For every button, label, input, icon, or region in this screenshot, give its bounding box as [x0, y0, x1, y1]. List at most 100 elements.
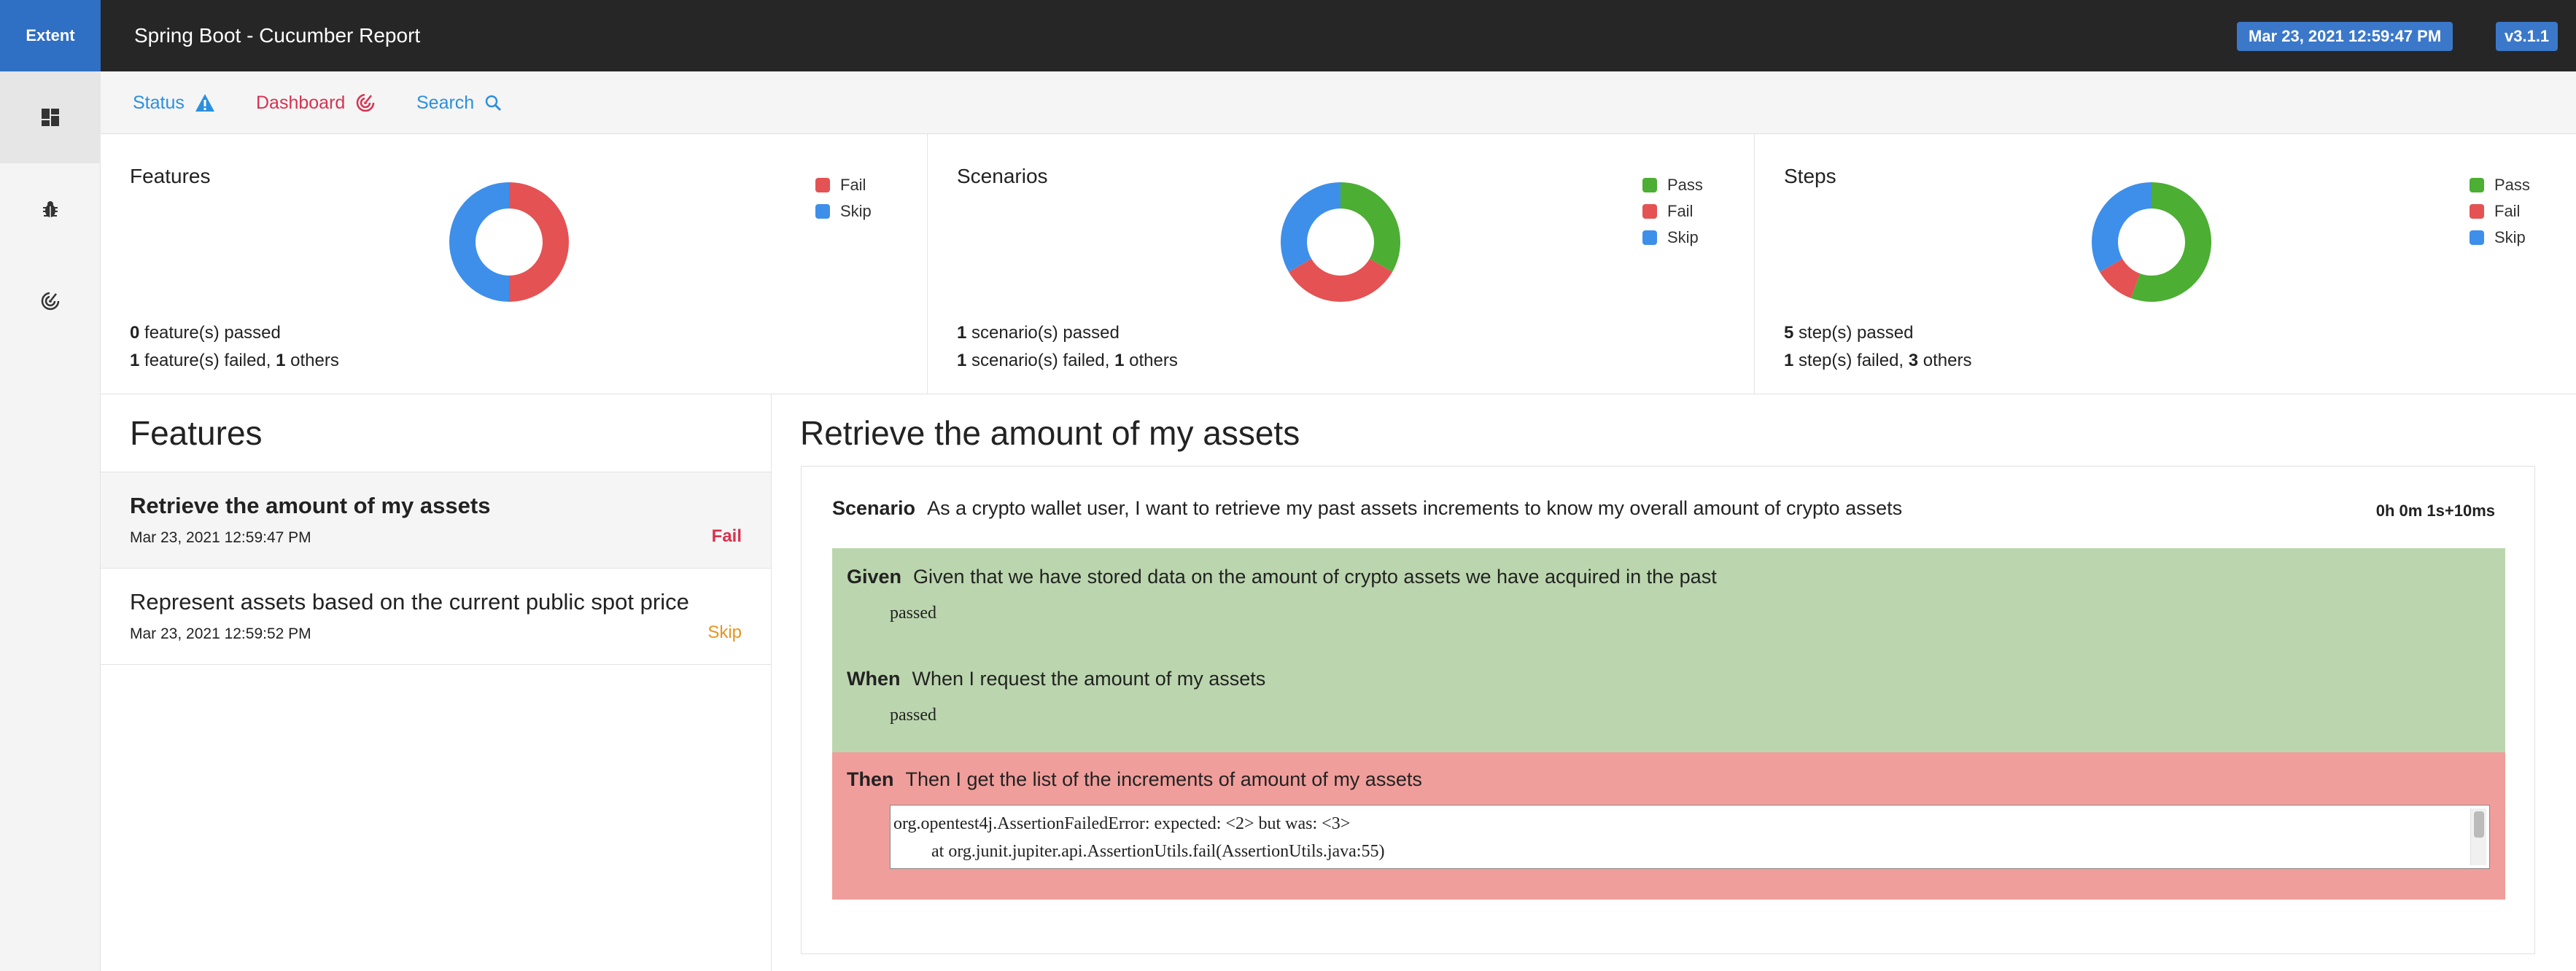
skip-swatch — [2470, 230, 2484, 245]
feature-status-badge: Fail — [711, 526, 742, 546]
donut-slice-fail[interactable] — [508, 182, 569, 302]
nav-search-link[interactable]: Search — [416, 71, 502, 134]
legend-item-pass[interactable]: Pass — [1642, 172, 1703, 198]
detail-title: Retrieve the amount of my assets — [800, 414, 1300, 452]
donut-slice-fail[interactable] — [1288, 258, 1393, 302]
fail-swatch — [2470, 204, 2484, 219]
step-given: Given Given that we have stored data on t… — [847, 566, 1717, 588]
legend-label: Pass — [2494, 176, 2530, 194]
features-legend: Fail Skip — [815, 172, 872, 225]
steps-summary: 5 step(s) passed 1 step(s) failed, 3 oth… — [1784, 319, 1972, 375]
fail-swatch — [1642, 204, 1657, 219]
legend-label: Fail — [1667, 202, 1694, 220]
sidebar — [0, 71, 101, 971]
legend-item-skip[interactable]: Skip — [815, 198, 872, 225]
failed-count: 1 — [130, 351, 140, 370]
step-when: When When I request the amount of my asse… — [847, 668, 1265, 690]
scenario-duration: 0h 0m 1s+10ms — [2375, 502, 2495, 520]
feature-date: Mar 23, 2021 12:59:47 PM — [130, 529, 311, 546]
passed-count: 0 — [130, 323, 140, 343]
nav-bar: Status Dashboard Search — [101, 71, 2576, 134]
search-icon — [485, 95, 502, 112]
passed-text: scenario(s) passed — [966, 323, 1120, 343]
legend-label: Skip — [840, 202, 872, 220]
step-text: Given that we have stored data on the am… — [913, 566, 1717, 588]
feature-item[interactable]: Retrieve the amount of my assets Mar 23,… — [101, 472, 771, 569]
others-text: others — [1918, 351, 1972, 370]
features-donut-chart — [449, 182, 569, 302]
sidebar-item-dashboard-target[interactable] — [0, 255, 101, 347]
textarea-scrollbar[interactable] — [2470, 808, 2486, 865]
scenario-card: Scenario As a crypto wallet user, I want … — [801, 466, 2535, 954]
feature-status-badge: Skip — [707, 623, 742, 642]
steps-legend: Pass Fail Skip — [2470, 172, 2530, 251]
sidebar-item-bugs[interactable] — [0, 163, 101, 255]
feature-list: Retrieve the amount of my assets Mar 23,… — [101, 472, 771, 665]
legend-item-skip[interactable]: Skip — [2470, 225, 2530, 251]
passed-text: step(s) passed — [1793, 323, 1914, 343]
legend-item-fail[interactable]: Fail — [2470, 198, 2530, 225]
failed-count: 1 — [957, 351, 967, 370]
brand-logo[interactable]: Extent — [0, 0, 101, 71]
scrollbar-thumb[interactable] — [2474, 811, 2484, 838]
legend-label: Skip — [1667, 228, 1699, 246]
error-stacktrace-textarea[interactable]: org.opentest4j.AssertionFailedError: exp… — [890, 805, 2490, 869]
donut-slice-fail[interactable] — [2099, 258, 2141, 299]
passed-steps-block: Given Given that we have stored data on t… — [832, 548, 2505, 752]
step-then: Then Then I get the list of the increment… — [847, 768, 1422, 791]
features-list-panel: Features Retrieve the amount of my asset… — [101, 394, 772, 971]
features-heading: Features — [130, 414, 263, 452]
step-keyword: When — [847, 668, 901, 690]
step-text: When I request the amount of my assets — [912, 668, 1266, 690]
donut-slice-skip[interactable] — [2092, 182, 2152, 272]
step-result: passed — [890, 706, 936, 725]
legend-label: Fail — [840, 176, 866, 194]
legend-item-fail[interactable]: Fail — [1642, 198, 1703, 225]
features-chart-panel: Features Fail Skip 0 feature(s) passed 1… — [101, 134, 928, 394]
feature-name: Represent assets based on the current pu… — [130, 589, 689, 615]
error-line: at org.junit.jupiter.api.AssertionUtils.… — [931, 842, 1385, 861]
feature-item[interactable]: Represent assets based on the current pu… — [101, 569, 771, 665]
nav-status-label: Status — [133, 92, 185, 113]
target-icon — [357, 93, 376, 112]
feature-detail-panel: Retrieve the amount of my assets Scenari… — [772, 394, 2576, 971]
donut-slice-pass[interactable] — [1340, 182, 1400, 272]
failed-count: 1 — [1784, 351, 1794, 370]
failed-text: feature(s) failed, — [139, 351, 276, 370]
legend-item-fail[interactable]: Fail — [815, 172, 872, 198]
donut-slice-skip[interactable] — [1281, 182, 1341, 272]
step-keyword: Then — [847, 768, 894, 790]
scenario-text: As a crypto wallet user, I want to retri… — [927, 497, 1903, 519]
nav-dashboard-link[interactable]: Dashboard — [256, 71, 376, 134]
scenario-header: Scenario As a crypto wallet user, I want … — [832, 497, 1902, 520]
nav-status-link[interactable]: Status — [133, 71, 215, 134]
feature-date: Mar 23, 2021 12:59:52 PM — [130, 625, 311, 642]
legend-label: Pass — [1667, 176, 1703, 194]
target-icon — [41, 291, 60, 311]
others-count: 1 — [276, 351, 286, 370]
panel-title: Steps — [1784, 165, 1836, 187]
legend-item-skip[interactable]: Skip — [1642, 225, 1703, 251]
warning-icon — [195, 94, 214, 112]
scenarios-summary: 1 scenario(s) passed 1 scenario(s) faile… — [957, 319, 1178, 375]
donut-slice-skip[interactable] — [449, 182, 510, 302]
report-date-badge: Mar 23, 2021 12:59:47 PM — [2237, 22, 2453, 51]
feature-name: Retrieve the amount of my assets — [130, 493, 491, 518]
others-text: others — [1124, 351, 1178, 370]
others-count: 3 — [1908, 351, 1919, 370]
panel-title: Features — [130, 165, 211, 187]
legend-label: Fail — [2494, 202, 2521, 220]
failed-text: scenario(s) failed, — [966, 351, 1115, 370]
dashboard-icon — [42, 109, 59, 126]
legend-item-pass[interactable]: Pass — [2470, 172, 2530, 198]
error-line: org.opentest4j.AssertionFailedError: exp… — [893, 814, 1351, 833]
nav-search-label: Search — [416, 92, 475, 113]
donut-slice-pass[interactable] — [2130, 182, 2211, 302]
skip-swatch — [1642, 230, 1657, 245]
failed-step-block: Then Then I get the list of the increment… — [832, 752, 2505, 900]
sidebar-item-dashboard[interactable] — [0, 71, 101, 163]
passed-text: feature(s) passed — [139, 323, 281, 343]
app-title: Spring Boot - Cucumber Report — [134, 24, 421, 47]
skip-swatch — [815, 204, 830, 219]
steps-chart-panel: Steps Pass Fail Skip 5 step(s) passed 1 … — [1755, 134, 2576, 394]
